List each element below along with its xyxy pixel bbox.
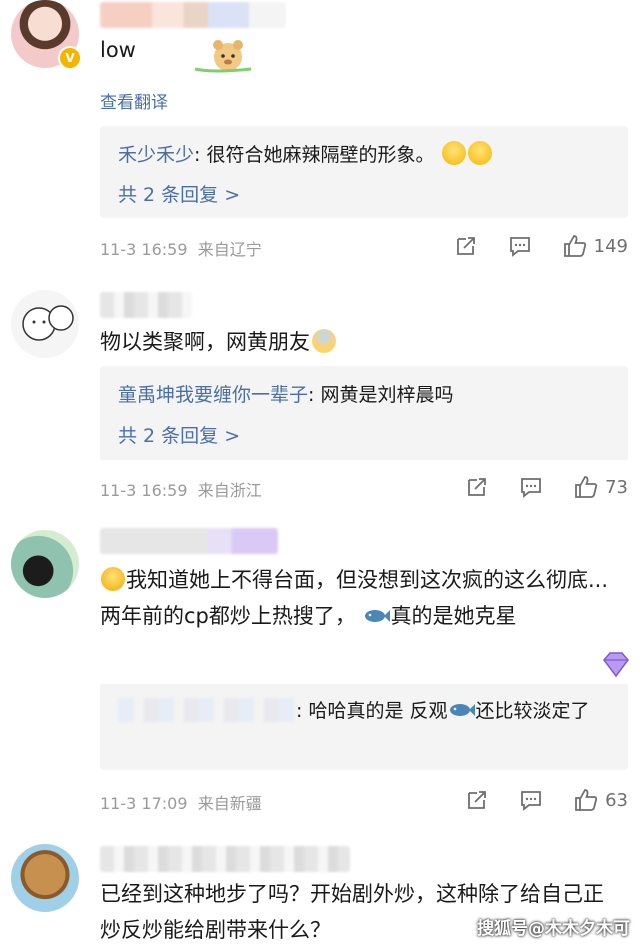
reply-text: 网黄是刘梓晨吗 xyxy=(314,384,454,406)
comment-icon[interactable] xyxy=(519,475,543,499)
comment-text-content: 我知道她上不得台面，但没想到这次疯的这么彻底...两年前的cp都炒上热搜了， xyxy=(100,568,609,628)
comment-text: low xyxy=(100,32,622,75)
username-blurred[interactable] xyxy=(100,846,350,872)
like-icon[interactable] xyxy=(562,233,588,259)
reply-text-2: 还比较淡定了 xyxy=(475,700,590,722)
share-icon[interactable] xyxy=(454,234,478,258)
reply-text: 哈哈真的是 反观 xyxy=(302,700,448,722)
comment-text-content-2: 真的是她克星 xyxy=(390,604,517,628)
avatar[interactable] xyxy=(11,290,79,358)
comment-icon[interactable] xyxy=(519,788,543,812)
comment-text-content: low xyxy=(100,38,136,62)
comment-text: 物以类聚啊，网黄朋友 xyxy=(100,324,622,360)
comment-location: 来自浙江 xyxy=(197,481,262,500)
comment-text: 我知道她上不得台面，但没想到这次疯的这么彻底...两年前的cp都炒上热搜了， 真… xyxy=(100,562,622,634)
comment-icon[interactable] xyxy=(508,234,532,258)
verified-badge-icon: V xyxy=(58,46,82,70)
reply-count-link[interactable]: 共 2 条回复 > xyxy=(118,421,240,448)
reply-count-link[interactable]: 共 2 条回复 > xyxy=(118,180,240,207)
gem-badge-icon xyxy=(603,652,629,678)
action-bar: 149 xyxy=(454,233,628,259)
reply-username[interactable]: 禾少禾少 xyxy=(118,144,194,166)
laugh-emoji-icon xyxy=(441,141,466,165)
cold-face-emoji-icon xyxy=(312,329,336,353)
comment-meta: 11-3 17:09 来自新疆 xyxy=(100,790,262,814)
reply-line: 童禹坤我要缠你一辈子: 网黄是刘梓晨吗 xyxy=(118,380,614,410)
action-bar: 63 xyxy=(465,787,628,813)
comment-time: 11-3 17:09 xyxy=(100,794,188,813)
sticker-bear-icon xyxy=(194,40,251,73)
like-count: 149 xyxy=(593,235,628,257)
avatar[interactable] xyxy=(11,530,79,598)
like-count: 73 xyxy=(605,476,628,498)
username-blurred[interactable] xyxy=(100,292,192,318)
share-icon[interactable] xyxy=(465,788,489,812)
reply-box[interactable]: 童禹坤我要缠你一辈子: 网黄是刘梓晨吗 共 2 条回复 > xyxy=(100,366,628,460)
like-icon[interactable] xyxy=(573,787,599,813)
comment-meta: 11-3 16:59 来自辽宁 xyxy=(100,236,262,260)
share-icon[interactable] xyxy=(465,475,489,499)
comment-location: 来自辽宁 xyxy=(197,240,262,259)
comment-time: 11-3 16:59 xyxy=(100,240,188,259)
comment-time: 11-3 16:59 xyxy=(100,481,188,500)
watermark: 搜狐号@木木夕木可 xyxy=(477,919,630,939)
laugh-emoji-icon xyxy=(467,141,492,165)
reply-text: 很符合她麻辣隔壁的形象。 xyxy=(200,144,435,166)
username-blurred[interactable] xyxy=(100,2,286,28)
action-bar: 73 xyxy=(465,474,628,500)
comment-location: 来自新疆 xyxy=(197,794,262,813)
translate-link[interactable]: 查看翻译 xyxy=(100,88,168,113)
comment-meta: 11-3 16:59 来自浙江 xyxy=(100,477,262,501)
fish-emoji-icon xyxy=(364,610,390,622)
reply-box[interactable]: 禾少禾少: 很符合她麻辣隔壁的形象。 共 2 条回复 > xyxy=(100,126,628,218)
fish-emoji-icon xyxy=(449,704,475,716)
crying-laugh-emoji-icon xyxy=(101,567,125,591)
avatar[interactable] xyxy=(11,844,79,912)
reply-box[interactable]: : 哈哈真的是 反观 还比较淡定了 xyxy=(100,684,628,770)
reply-username-blurred[interactable] xyxy=(118,698,296,722)
reply-username[interactable]: 童禹坤我要缠你一辈子 xyxy=(118,384,308,406)
like-icon[interactable] xyxy=(573,474,599,500)
username-blurred[interactable] xyxy=(100,528,278,554)
like-count: 63 xyxy=(605,789,628,811)
reply-line: : 哈哈真的是 反观 还比较淡定了 xyxy=(118,694,614,728)
comment-text-content: 物以类聚啊，网黄朋友 xyxy=(100,330,310,354)
cartoon-avatar-icon xyxy=(22,305,74,341)
reply-line: 禾少禾少: 很符合她麻辣隔壁的形象。 xyxy=(118,140,614,170)
